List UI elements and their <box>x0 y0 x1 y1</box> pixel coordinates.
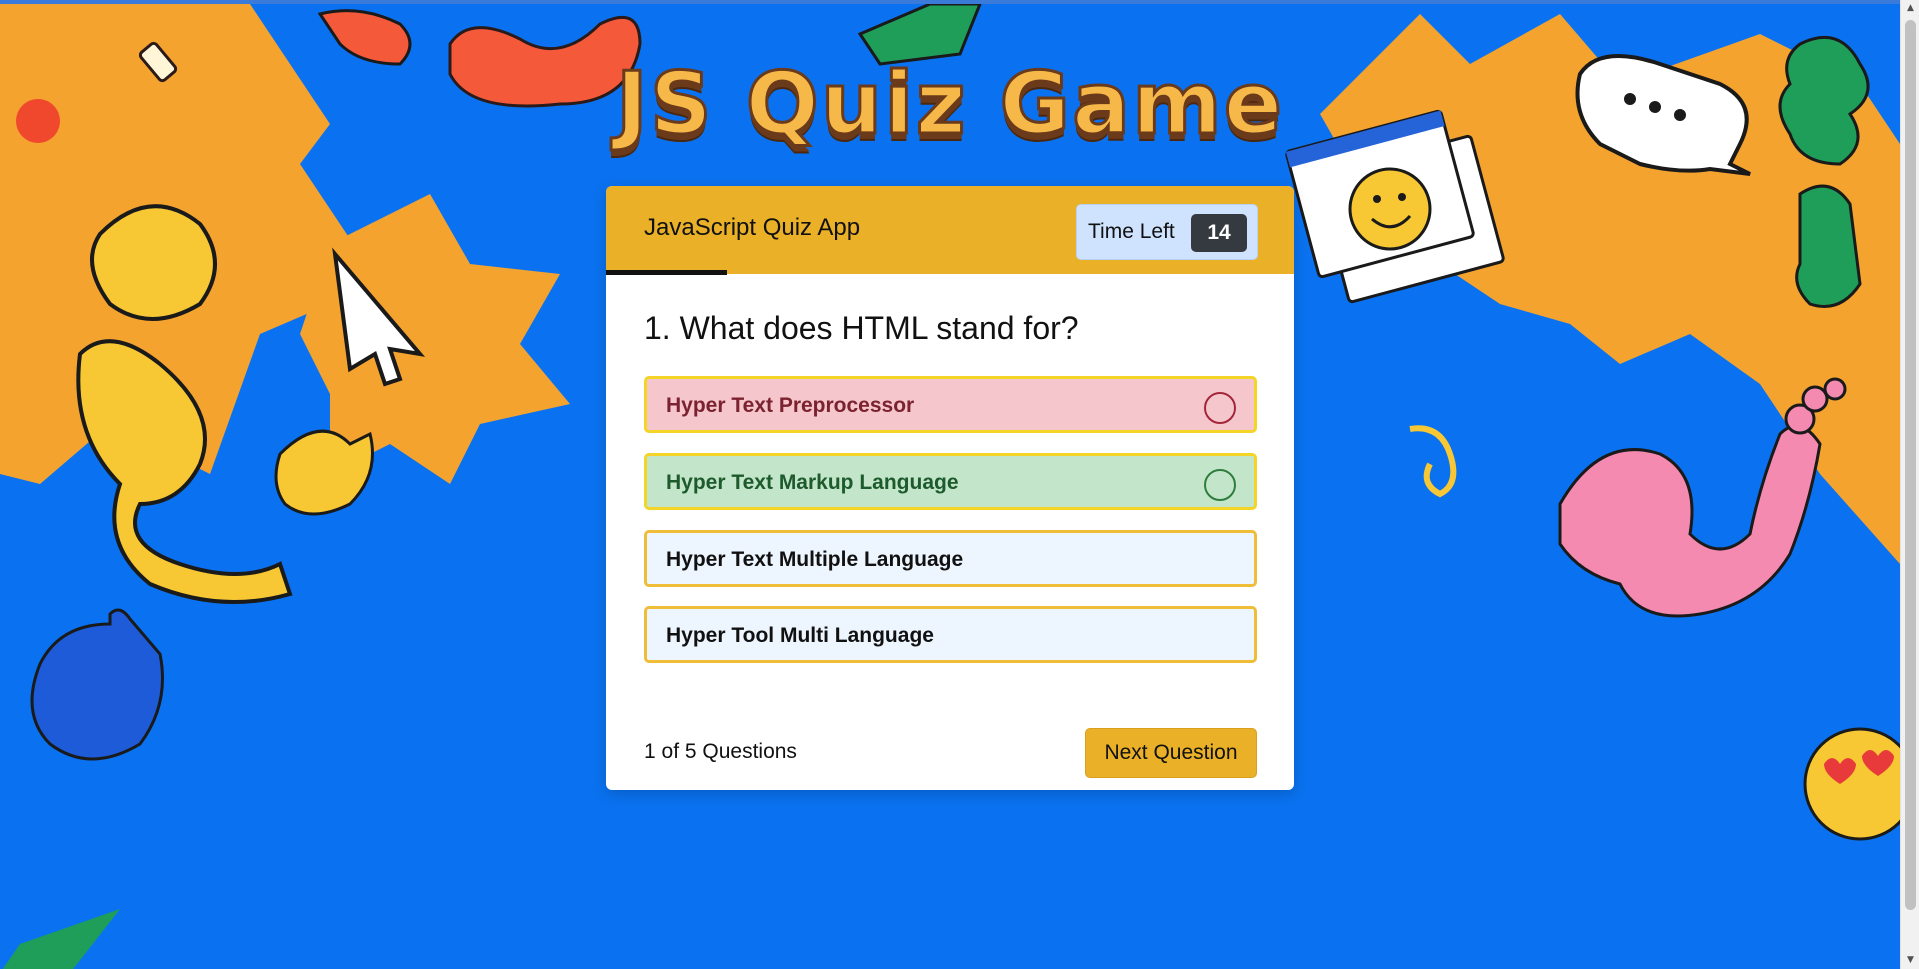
smiley-face-shape <box>1348 167 1432 251</box>
timer-progress-line <box>606 270 728 275</box>
timer-value: 14 <box>1191 214 1247 252</box>
thumbs-up-shape <box>30 608 164 761</box>
smiley-left-eye <box>1373 195 1381 203</box>
answer-option-label: Hyper Text Multiple Language <box>666 548 964 571</box>
next-question-button[interactable]: Next Question <box>1085 728 1257 778</box>
pink-ball-3 <box>1823 377 1847 401</box>
app-title: JavaScript Quiz App <box>644 214 861 241</box>
scroll-down-arrow-icon[interactable]: ▼ <box>1901 952 1919 969</box>
pink-worm-shape <box>1558 424 1822 618</box>
vertical-scrollbar[interactable]: ▲ ▼ <box>1900 0 1919 969</box>
quiz-card: JavaScript Quiz App Time Left 14 1. What… <box>606 186 1294 790</box>
answer-option-label: Hyper Text Preprocessor <box>666 394 915 417</box>
yellow-hand-shape <box>274 429 374 516</box>
yellow-squiggle-shape <box>1409 425 1457 498</box>
scroll-up-arrow-icon[interactable]: ▲ <box>1901 0 1919 17</box>
green-curl-shape <box>1795 184 1862 308</box>
pink-ball-2 <box>1801 385 1829 413</box>
answer-option-1[interactable]: Hyper Text Preprocessor <box>644 376 1257 433</box>
answer-option-2[interactable]: Hyper Text Markup Language <box>644 453 1257 510</box>
timer-label: Time Left <box>1088 220 1175 243</box>
green-shard-shape <box>2 909 120 969</box>
radio-circle-icon <box>1204 469 1236 501</box>
answer-option-3[interactable]: Hyper Text Multiple Language <box>644 530 1257 587</box>
yellow-planet-shape <box>90 204 217 321</box>
heart-eyes-emoji-shape <box>1803 727 1900 841</box>
answer-option-4[interactable]: Hyper Tool Multi Language <box>644 606 1257 663</box>
smiley-right-eye <box>1398 193 1406 201</box>
radio-circle-icon <box>1204 392 1236 424</box>
answer-option-label: Hyper Text Markup Language <box>666 471 959 494</box>
page-background: JS Quiz Game JavaScript Quiz App Time Le… <box>0 0 1900 969</box>
answer-option-label: Hyper Tool Multi Language <box>666 624 934 647</box>
page-title: JS Quiz Game <box>614 53 1285 156</box>
scrollbar-thumb[interactable] <box>1905 20 1916 910</box>
quiz-header: JavaScript Quiz App Time Left 14 <box>606 186 1294 275</box>
question-counter: 1 of 5 Questions <box>644 740 797 763</box>
question-text: 1. What does HTML stand for? <box>644 310 1079 346</box>
timer-box: Time Left 14 <box>1076 204 1258 260</box>
